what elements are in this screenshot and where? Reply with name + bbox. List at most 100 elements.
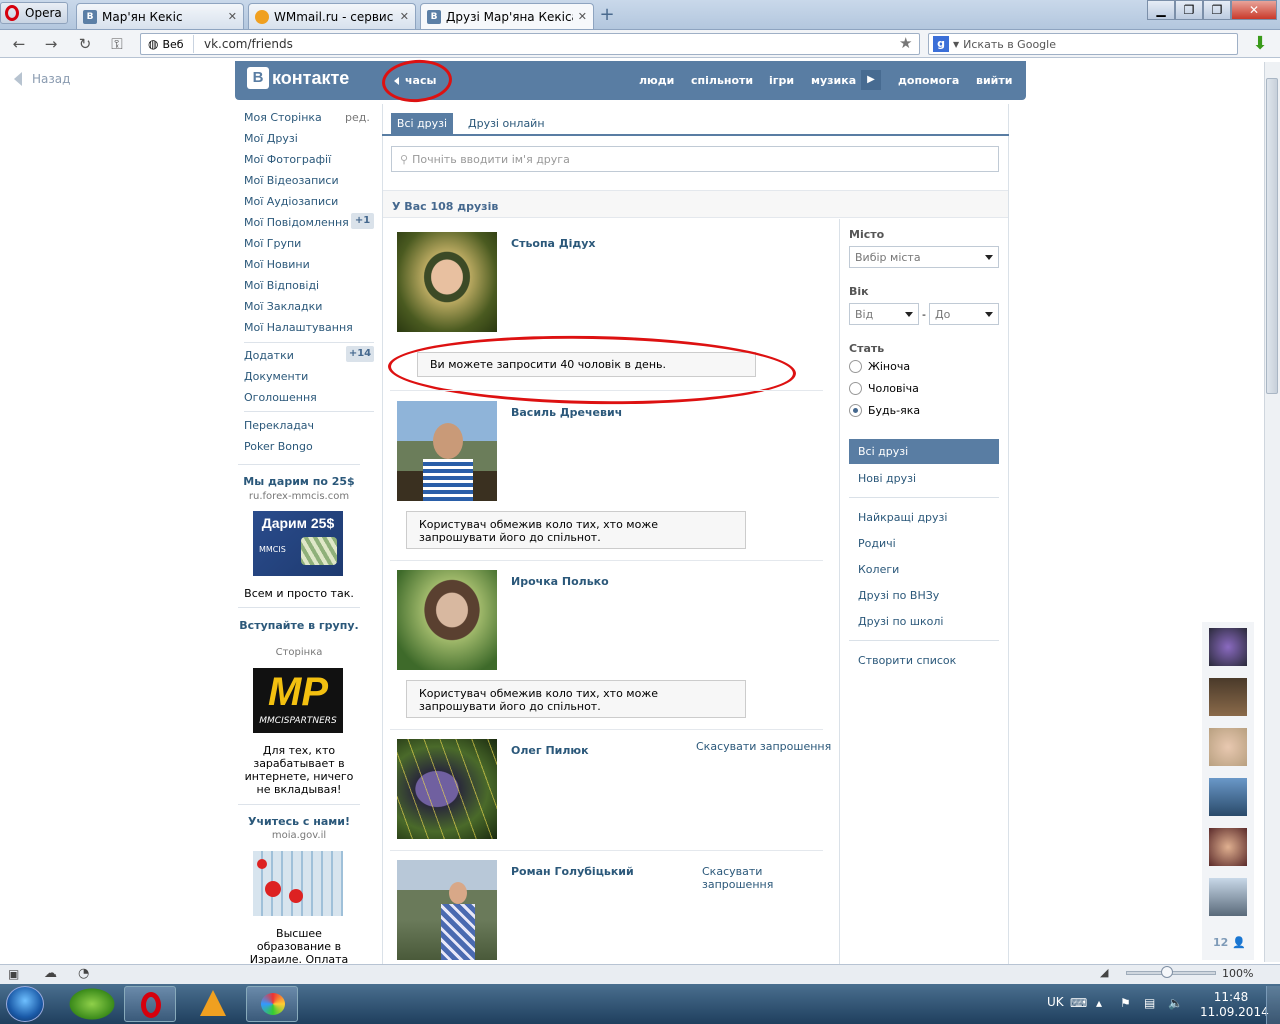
- nav-logout[interactable]: вийти: [976, 74, 1012, 87]
- play-icon[interactable]: ▶: [861, 70, 881, 90]
- flag-icon[interactable]: ⚑: [1120, 996, 1134, 1010]
- friend-avatar[interactable]: [397, 232, 497, 332]
- menu-my-photos[interactable]: Мої Фотографії: [244, 153, 331, 166]
- speed-dial-icon[interactable]: ◔: [78, 966, 89, 981]
- online-count[interactable]: 12 👤: [1213, 936, 1246, 949]
- url-text[interactable]: vk.com/friends: [204, 37, 293, 51]
- online-friend-avatar[interactable]: [1209, 728, 1247, 766]
- menu-my-replies[interactable]: Мої Відповіді: [244, 279, 319, 292]
- scrollbar-thumb[interactable]: [1266, 78, 1278, 394]
- close-tab-icon[interactable]: ✕: [400, 10, 409, 23]
- menu-my-messages[interactable]: Мої Повідомлення: [244, 216, 349, 229]
- tray-arrow-icon[interactable]: ▴: [1096, 996, 1110, 1010]
- online-friend-avatar[interactable]: [1209, 878, 1247, 916]
- panel-toggle-icon[interactable]: ▣: [8, 967, 19, 981]
- ad-title[interactable]: Вступайте в групу.: [238, 619, 360, 632]
- menu-my-page[interactable]: Моя Сторінка: [244, 111, 322, 124]
- age-to-select[interactable]: До: [929, 303, 999, 325]
- close-tab-icon[interactable]: ✕: [228, 10, 237, 23]
- menu-ads[interactable]: Оголошення: [244, 391, 317, 404]
- cancel-invite-link[interactable]: Скасувати запрошення: [702, 865, 782, 891]
- gender-radio-male[interactable]: Чоловіча: [849, 382, 919, 395]
- minimize-icon[interactable]: ▁: [1147, 0, 1175, 20]
- menu-my-videos[interactable]: Мої Відеозаписи: [244, 174, 339, 187]
- friend-avatar[interactable]: [397, 570, 497, 670]
- address-web-chip[interactable]: ◍ Веб: [142, 35, 194, 53]
- filter-colleagues[interactable]: Колеги: [858, 563, 899, 576]
- keyboard-icon[interactable]: ⌨: [1070, 996, 1087, 1010]
- show-desktop-button[interactable]: [1266, 986, 1280, 1024]
- ad-image[interactable]: [253, 851, 343, 916]
- ad-image[interactable]: Дарим 25$ MMCIS: [253, 511, 343, 576]
- messages-badge[interactable]: +1: [351, 213, 374, 229]
- menu-my-settings[interactable]: Мої Налаштування: [244, 321, 353, 334]
- paint-taskbar-button[interactable]: [246, 986, 298, 1022]
- age-from-select[interactable]: Від: [849, 303, 919, 325]
- menu-apps[interactable]: Додатки: [244, 349, 294, 362]
- menu-translator[interactable]: Перекладач: [244, 419, 314, 432]
- cancel-invite-link[interactable]: Скасувати запрошення: [696, 740, 831, 753]
- opera-taskbar-button[interactable]: [124, 986, 176, 1022]
- browser-tab[interactable]: WMmail.ru - сервис п... ✕: [248, 3, 416, 29]
- menu-poker-bongo[interactable]: Poker Bongo: [244, 440, 313, 453]
- cloud-icon[interactable]: ☁: [44, 966, 57, 981]
- gender-radio-any[interactable]: Будь-яка: [849, 404, 920, 417]
- online-friend-avatar[interactable]: [1209, 828, 1247, 866]
- back-link[interactable]: Назад: [14, 72, 70, 86]
- menu-documents[interactable]: Документи: [244, 370, 308, 383]
- nav-communities[interactable]: спільноти: [691, 74, 753, 87]
- forward-arrow-icon[interactable]: →: [40, 34, 62, 54]
- keyboard-language[interactable]: UK: [1047, 995, 1064, 1009]
- aimp-icon[interactable]: [186, 986, 238, 1022]
- friend-search-input[interactable]: ⚲ Почніть вводити ім'я друга: [391, 146, 999, 172]
- new-tab-icon[interactable]: +: [597, 6, 617, 26]
- filter-relatives[interactable]: Родичі: [858, 537, 896, 550]
- online-friend-avatar[interactable]: [1209, 778, 1247, 816]
- window-close-icon[interactable]: ✕: [1231, 0, 1277, 20]
- friend-avatar[interactable]: [397, 401, 497, 501]
- ad-image[interactable]: MP MMCISPARTNERS: [253, 668, 343, 733]
- restore-icon[interactable]: ❐: [1175, 0, 1203, 20]
- nav-games[interactable]: ігри: [769, 74, 794, 87]
- utorrent-icon[interactable]: [66, 986, 118, 1022]
- zoom-slider-knob[interactable]: [1161, 966, 1173, 978]
- zoom-level[interactable]: 100%: [1222, 967, 1253, 980]
- friend-name[interactable]: Ирочка Полько: [511, 575, 609, 588]
- friend-avatar[interactable]: [397, 739, 497, 839]
- ad-title[interactable]: Учитесь с нами!: [238, 815, 360, 828]
- restore-icon[interactable]: ❐: [1203, 0, 1231, 20]
- filter-new-friends[interactable]: Нові друзі: [858, 472, 916, 485]
- reload-icon[interactable]: ↻: [74, 34, 96, 54]
- menu-my-groups[interactable]: Мої Групи: [244, 237, 301, 250]
- browser-tab[interactable]: В Мар'ян Кекіс ✕: [76, 3, 244, 29]
- network-icon[interactable]: ▤: [1144, 996, 1158, 1010]
- menu-my-bookmarks[interactable]: Мої Закладки: [244, 300, 322, 313]
- edit-link[interactable]: ред.: [345, 111, 370, 124]
- menu-my-audio[interactable]: Мої Аудіозаписи: [244, 195, 338, 208]
- friend-name[interactable]: Роман Голубіцький: [511, 865, 634, 878]
- nav-people[interactable]: люди: [639, 74, 674, 87]
- close-tab-icon[interactable]: ✕: [578, 10, 587, 23]
- friend-avatar[interactable]: [397, 860, 497, 960]
- online-friend-avatar[interactable]: [1209, 678, 1247, 716]
- download-icon[interactable]: ⬇: [1250, 34, 1270, 54]
- key-icon[interactable]: ⚿: [106, 34, 128, 54]
- opera-menu-button[interactable]: Opera: [0, 2, 68, 24]
- back-arrow-icon[interactable]: ←: [8, 34, 30, 54]
- apps-badge[interactable]: +14: [346, 346, 374, 362]
- bookmark-star-icon[interactable]: ★: [899, 34, 912, 52]
- filter-all-friends[interactable]: Всі друзі: [849, 439, 999, 464]
- friend-name[interactable]: Олег Пилюк: [511, 744, 589, 757]
- nav-music[interactable]: музика: [811, 74, 856, 87]
- menu-my-news[interactable]: Мої Новини: [244, 258, 310, 271]
- online-friend-avatar[interactable]: [1209, 628, 1247, 666]
- city-select[interactable]: Вибір міста: [849, 246, 999, 268]
- browser-tab-active[interactable]: В Друзі Мар'яна Кекіса |... ✕: [420, 3, 594, 29]
- menu-my-friends[interactable]: Мої Друзі: [244, 132, 298, 145]
- filter-school[interactable]: Друзі по школі: [858, 615, 943, 628]
- google-search-field[interactable]: g ▼ Искать в Google: [928, 33, 1238, 55]
- filter-best-friends[interactable]: Найкращі друзі: [858, 511, 947, 524]
- ad-title[interactable]: Мы дарим по 25$: [238, 475, 360, 488]
- chevron-down-icon[interactable]: ▼: [953, 40, 959, 49]
- windows-start-icon[interactable]: [6, 986, 44, 1022]
